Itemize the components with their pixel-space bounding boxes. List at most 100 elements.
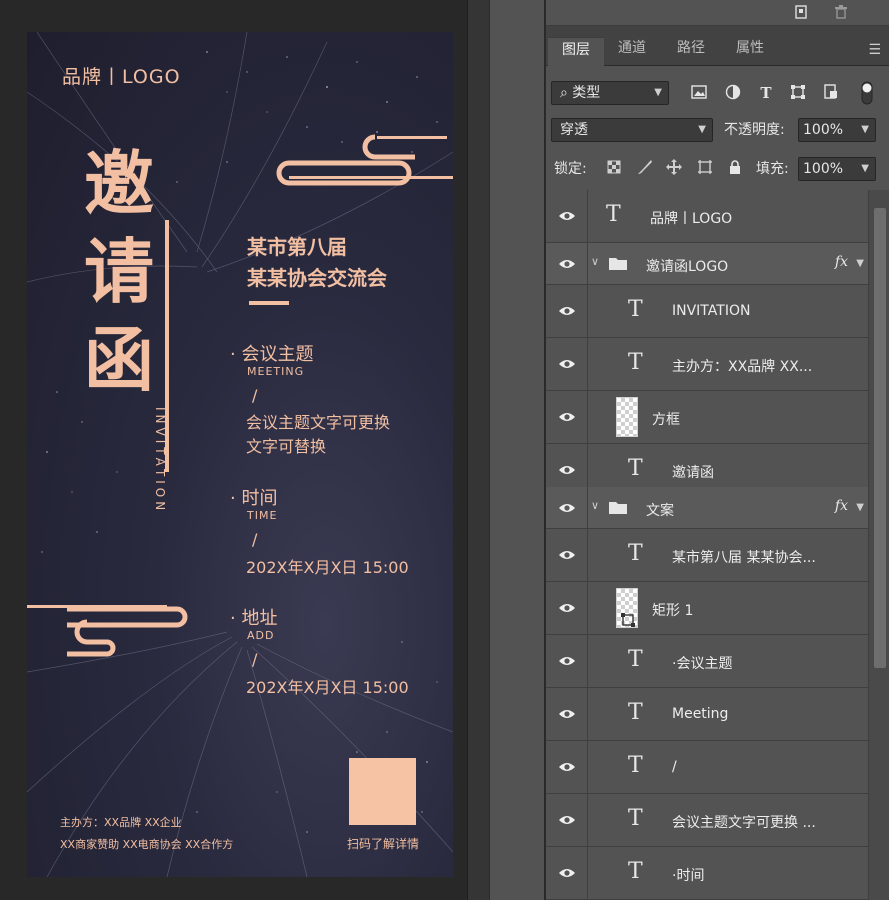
invitation-vertical-text: INVITATION [153, 407, 167, 515]
visibility-eye-icon[interactable] [546, 243, 588, 284]
layer-group-row[interactable]: ∨ 文案 fx ▼ [546, 487, 868, 529]
layer-row[interactable]: T ·会议主题 [546, 635, 868, 688]
blend-mode-dropdown[interactable]: 穿透 ▼ [551, 118, 713, 142]
visibility-eye-icon[interactable] [546, 688, 588, 740]
layer-row[interactable]: T 会议主题文字可更换 ... [546, 794, 868, 847]
filter-toggle-icon[interactable] [857, 81, 877, 105]
opacity-value: 100% [803, 122, 844, 138]
text-layer-icon: T [628, 647, 643, 672]
layer-name: INVITATION [672, 303, 751, 319]
layer-row[interactable]: 方框 [546, 391, 868, 444]
panel-top-bar [546, 0, 889, 26]
text-layer-icon: T [628, 350, 643, 375]
folder-icon [608, 500, 628, 519]
layer-name: 方框 [652, 412, 680, 428]
artboard-lock-icon[interactable] [695, 159, 715, 179]
fill-label: 填充: [756, 161, 789, 177]
panel-tabs: 图层 通道 路径 属性 ☰ [546, 26, 889, 67]
tab-channels[interactable]: 通道 [604, 36, 660, 66]
visibility-eye-icon[interactable] [546, 285, 588, 337]
visibility-eye-icon[interactable] [546, 582, 588, 634]
layers-scrollbar[interactable] [868, 190, 889, 900]
new-layer-icon[interactable] [793, 4, 809, 20]
visibility-eye-icon[interactable] [546, 741, 588, 793]
chevron-down-icon[interactable]: ∨ [591, 255, 599, 268]
invitation-poster[interactable]: 品牌丨LOGO 邀 请 函 INVITATION 某市第八届 某某协会交流会 ·… [27, 32, 453, 877]
title-char: 函 [84, 318, 154, 401]
pixel-layer-filter-icon[interactable] [689, 83, 709, 103]
time-body: 202X年X月X日 15:00 [246, 558, 409, 577]
text-layer-icon: T [628, 700, 643, 725]
move-lock-icon[interactable] [664, 159, 684, 179]
shape-filter-icon[interactable] [788, 83, 808, 103]
tab-paths[interactable]: 路径 [663, 36, 719, 66]
chevron-down-icon[interactable]: ▼ [856, 258, 864, 269]
visibility-eye-icon[interactable] [546, 190, 588, 242]
visibility-eye-icon[interactable] [546, 529, 588, 581]
visibility-eye-icon[interactable] [546, 847, 588, 899]
layer-effects-icon[interactable]: fx [835, 498, 848, 514]
blend-mode-value: 穿透 [560, 122, 588, 138]
lock-transparent-icon[interactable] [604, 159, 624, 179]
adjustment-filter-icon[interactable] [723, 83, 743, 103]
lock-all-icon[interactable] [725, 159, 745, 179]
layer-name: 品牌丨LOGO [650, 211, 733, 227]
layer-name: ·会议主题 [672, 656, 733, 672]
document-canvas-area[interactable]: 品牌丨LOGO 邀 请 函 INVITATION 某市第八届 某某协会交流会 ·… [0, 0, 467, 900]
meeting-topic-slash: / [252, 386, 258, 405]
panel-dock-gap [489, 0, 544, 900]
fill-field[interactable]: 100% ▼ [798, 157, 876, 181]
opacity-field[interactable]: 100% ▼ [798, 118, 876, 142]
canvas-vertical-scrollbar[interactable] [467, 0, 489, 900]
text-layer-icon: T [628, 753, 643, 778]
meeting-topic-sub: MEETING [247, 365, 305, 378]
chevron-down-icon: ▼ [698, 124, 706, 135]
type-filter-icon[interactable]: T [756, 83, 776, 103]
visibility-eye-icon[interactable] [546, 338, 588, 390]
headline-underline [249, 301, 289, 305]
visibility-eye-icon[interactable] [546, 635, 588, 687]
shape-layer-badge-icon [621, 612, 635, 631]
tab-properties[interactable]: 属性 [722, 36, 778, 66]
layer-row[interactable]: T 主办方：XX品牌 XX... [546, 338, 868, 391]
layer-row[interactable]: T 品牌丨LOGO [546, 190, 868, 243]
event-headline: 某市第八届 某某协会交流会 [247, 232, 387, 294]
filter-kind-dropdown[interactable]: ⌕ 类型 ▼ [551, 81, 669, 105]
panel-menu-icon[interactable]: ☰ [868, 42, 881, 58]
folder-icon [608, 256, 628, 275]
layer-name: 文案 [646, 503, 674, 519]
cloud-ornament-left [27, 605, 188, 657]
visibility-eye-icon[interactable] [546, 391, 588, 443]
trash-icon[interactable] [833, 4, 849, 20]
chevron-down-icon[interactable]: ∨ [591, 499, 599, 512]
layer-name: 会议主题文字可更换 ... [672, 815, 816, 831]
text-layer-icon: T [628, 806, 643, 831]
visibility-eye-icon[interactable] [546, 487, 588, 528]
body-line: 会议主题文字可更换 [246, 413, 391, 432]
layer-row[interactable]: T ·时间 [546, 847, 868, 900]
text-layer-icon: T [628, 859, 643, 884]
blend-opacity-row: 穿透 ▼ 不透明度: 100% ▼ [546, 115, 889, 151]
layer-effects-icon[interactable]: fx [835, 254, 848, 270]
brush-lock-icon[interactable] [635, 159, 655, 179]
layer-row[interactable]: T Meeting [546, 688, 868, 741]
opacity-label: 不透明度: [724, 122, 785, 138]
layer-group-row[interactable]: ∨ 邀请函LOGO fx ▼ [546, 243, 868, 285]
visibility-eye-icon[interactable] [546, 794, 588, 846]
layers-scrollbar-thumb[interactable] [874, 208, 886, 668]
layer-row[interactable]: T 某市第八届 某某协会... [546, 529, 868, 582]
address-slash: / [252, 650, 258, 669]
layer-row[interactable]: T INVITATION [546, 285, 868, 338]
smart-object-filter-icon[interactable] [821, 83, 841, 103]
tab-layers[interactable]: 图层 [548, 37, 604, 67]
invitation-title: 邀 请 函 [69, 140, 169, 404]
chevron-down-icon[interactable]: ▼ [856, 502, 864, 513]
layer-row[interactable]: 矩形 1 [546, 582, 868, 635]
brand-logo-text: 品牌丨LOGO [62, 66, 181, 88]
fill-value: 100% [803, 161, 844, 177]
time-slash: / [252, 530, 258, 549]
sponsor-footer: 主办方：XX品牌 XX企业 XX商家赞助 XX电商协会 XX合作方 [60, 812, 233, 856]
layer-row[interactable]: T / [546, 741, 868, 794]
layers-panel: 图层 通道 路径 属性 ☰ ⌕ 类型 ▼ T 穿透 ▼ 不透明度: 100% ▼… [545, 0, 889, 900]
layer-filter-row: ⌕ 类型 ▼ T [546, 78, 889, 114]
